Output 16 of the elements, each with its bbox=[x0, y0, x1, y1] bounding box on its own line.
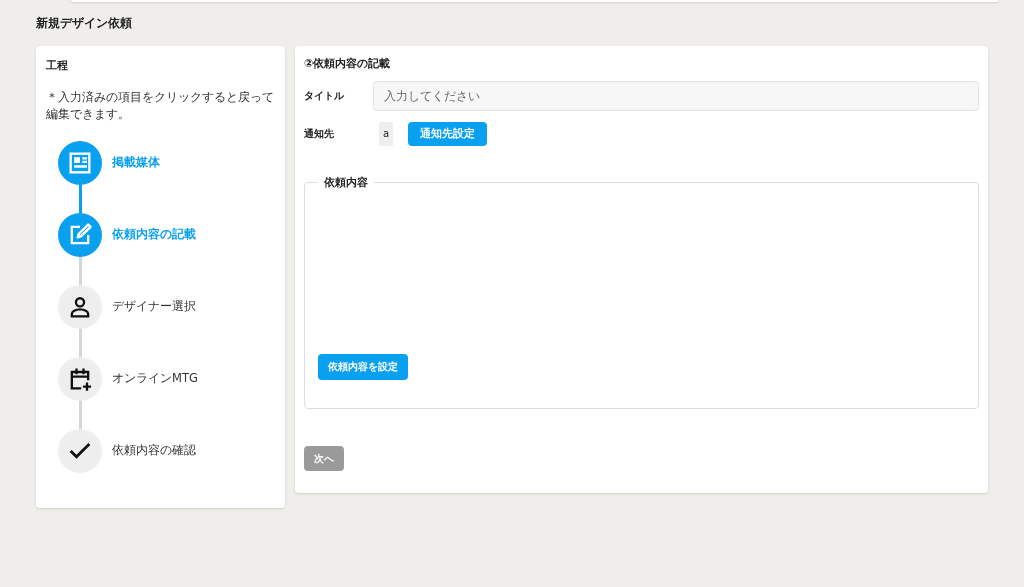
notify-value: a bbox=[379, 121, 393, 146]
notify-button[interactable]: 通知先設定 bbox=[408, 121, 487, 146]
set-content-button[interactable]: 依頼内容を設定 bbox=[318, 353, 408, 380]
panel-note: ＊入力済みの項目をクリックすると戻って編集できます。 bbox=[46, 88, 275, 123]
step-label[interactable]: 依頼内容の確認 bbox=[112, 441, 196, 460]
step-label[interactable]: 掲載媒体 bbox=[112, 153, 160, 172]
field-label: タイトル bbox=[304, 89, 345, 103]
step-label[interactable]: デザイナー選択 bbox=[112, 297, 196, 316]
form-heading: ②依頼内容の記載 bbox=[304, 56, 392, 72]
title-input[interactable]: 入力してください bbox=[373, 80, 979, 111]
field-label: 通知先 bbox=[304, 127, 335, 141]
step-label[interactable]: 依頼内容の記載 bbox=[112, 225, 196, 244]
page-title: 新規デザイン依頼 bbox=[36, 15, 133, 31]
content-legend: 依頼内容 bbox=[318, 175, 374, 188]
panel-title: 工程 bbox=[46, 58, 69, 74]
step-label[interactable]: オンラインMTG bbox=[112, 369, 198, 388]
